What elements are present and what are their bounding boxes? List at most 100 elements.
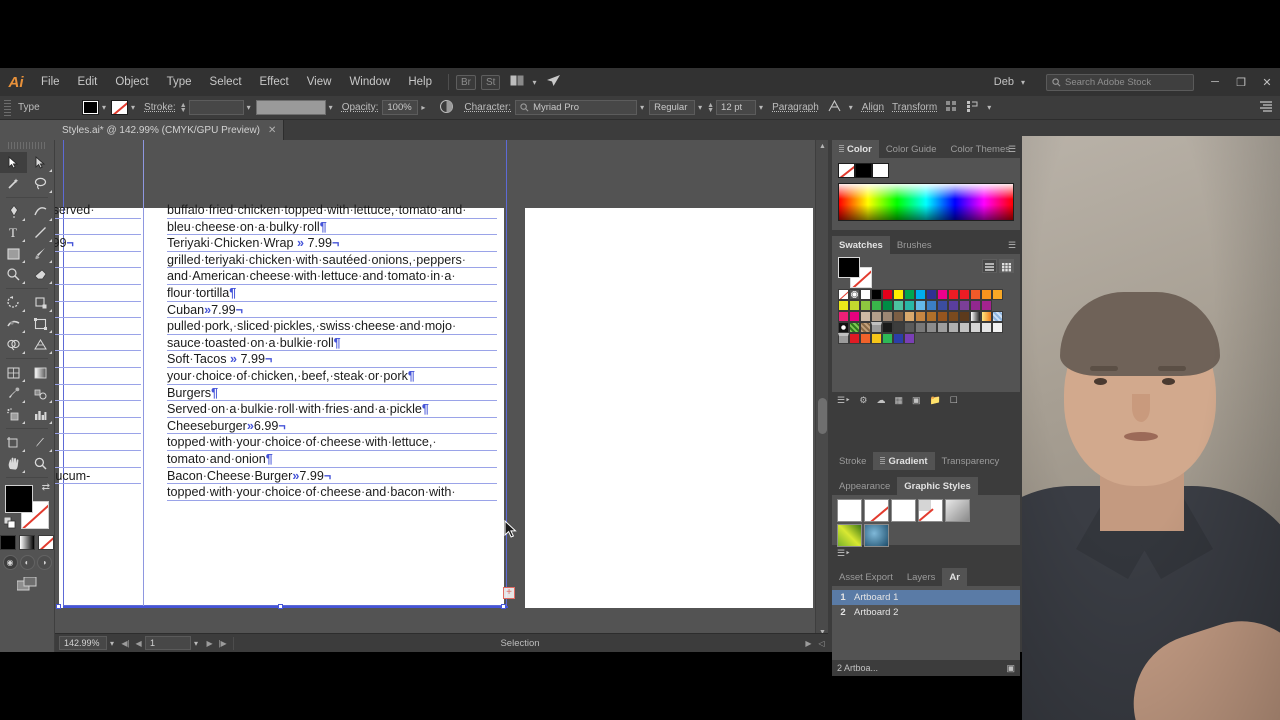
- swatch[interactable]: [915, 311, 926, 322]
- zoom-tool[interactable]: [27, 453, 54, 474]
- swatch[interactable]: [959, 300, 970, 311]
- minimize-button[interactable]: ─: [1202, 68, 1228, 96]
- menu-view[interactable]: View: [298, 68, 341, 96]
- close-button[interactable]: ✕: [1254, 68, 1280, 96]
- swatch[interactable]: [959, 289, 970, 300]
- stroke-color-swatch[interactable]: [111, 100, 129, 115]
- rotate-tool[interactable]: [0, 292, 27, 313]
- menu-text-main-column[interactable]: buffalo·fried·chicken·topped·with·lettuc…: [167, 202, 497, 501]
- swatch[interactable]: [838, 300, 849, 311]
- swatch[interactable]: [860, 300, 871, 311]
- swatch[interactable]: [959, 311, 970, 322]
- swatch[interactable]: [948, 311, 959, 322]
- color-chip-none[interactable]: [838, 163, 855, 178]
- tab-graphic-styles[interactable]: Graphic Styles: [897, 477, 978, 495]
- menu-select[interactable]: Select: [201, 68, 251, 96]
- recolor-artwork-icon[interactable]: [440, 99, 454, 116]
- font-size-field[interactable]: 12 pt: [716, 100, 757, 115]
- lasso-tool[interactable]: [27, 173, 54, 194]
- column-graph-tool[interactable]: [27, 404, 54, 425]
- swatch[interactable]: [948, 322, 959, 333]
- swatch-libraries-icon[interactable]: ☰‣: [837, 395, 850, 406]
- fill-color-swatch[interactable]: [82, 100, 99, 115]
- stock-search-input[interactable]: Search Adobe Stock: [1046, 73, 1194, 91]
- opacity-caret-icon[interactable]: ▸: [421, 103, 425, 112]
- none-mode[interactable]: [38, 535, 54, 550]
- tab-swatches[interactable]: Swatches: [832, 236, 890, 254]
- swatch[interactable]: [893, 300, 904, 311]
- hand-tool[interactable]: [0, 453, 27, 474]
- status-menu-icon[interactable]: ▶: [802, 634, 815, 653]
- swatch[interactable]: [915, 322, 926, 333]
- swatch[interactable]: [882, 322, 893, 333]
- first-page-icon[interactable]: ◀|: [119, 634, 132, 653]
- user-account-chip[interactable]: Deb ▾: [986, 76, 1038, 88]
- eraser-tool[interactable]: [27, 264, 54, 285]
- graphic-styles-libraries-icon[interactable]: ☰‣: [837, 548, 850, 559]
- panel-fill-box[interactable]: [838, 257, 860, 278]
- font-family-field[interactable]: Myriad Pro: [515, 100, 638, 115]
- zoom-level-field[interactable]: 142.99%: [59, 636, 107, 650]
- gradient-tool[interactable]: [27, 362, 54, 383]
- scroll-up-icon[interactable]: ▲: [816, 140, 828, 153]
- canvas-vertical-scrollbar[interactable]: ▲ ▼: [815, 140, 828, 639]
- pen-tool[interactable]: [0, 201, 27, 222]
- rectangle-tool[interactable]: [0, 243, 27, 264]
- tools-panel-grip[interactable]: [8, 142, 46, 149]
- type-tool[interactable]: T: [0, 222, 27, 243]
- overset-text-marker[interactable]: +: [503, 587, 515, 599]
- tab-brushes[interactable]: Brushes: [889, 236, 939, 254]
- direct-selection-tool[interactable]: [27, 152, 54, 173]
- swatch[interactable]: [926, 322, 937, 333]
- gradient-mode[interactable]: [19, 535, 35, 550]
- new-color-group-icon[interactable]: ▦: [894, 395, 903, 406]
- tab-artboards[interactable]: Ar: [942, 568, 967, 586]
- swatches-grid[interactable]: [838, 289, 1014, 344]
- font-style-field[interactable]: Regular: [649, 100, 696, 115]
- swatch[interactable]: [860, 322, 871, 333]
- anchor-point-right[interactable]: [501, 604, 506, 609]
- swatch[interactable]: [893, 311, 904, 322]
- menu-window[interactable]: Window: [340, 68, 399, 96]
- swatch[interactable]: [937, 300, 948, 311]
- arrange-caret-icon[interactable]: ▾: [532, 78, 536, 87]
- vertical-scroll-thumb[interactable]: [818, 398, 827, 434]
- font-size-caret-icon[interactable]: ▾: [759, 103, 763, 112]
- status-text[interactable]: Selection: [238, 638, 802, 649]
- color-chip-white[interactable]: [872, 163, 889, 178]
- swatch[interactable]: [937, 311, 948, 322]
- swatch[interactable]: [871, 333, 882, 344]
- tab-color[interactable]: Color: [832, 140, 879, 158]
- swatch[interactable]: [904, 311, 915, 322]
- selection-tool[interactable]: [0, 152, 27, 173]
- new-artboard-icon[interactable]: ▣: [1006, 663, 1015, 674]
- swatch[interactable]: [838, 333, 849, 344]
- align-label[interactable]: Align: [862, 102, 884, 113]
- swatch[interactable]: [948, 300, 959, 311]
- menu-object[interactable]: Object: [106, 68, 157, 96]
- tab-color-guide[interactable]: Color Guide: [878, 140, 944, 158]
- swatch[interactable]: [838, 322, 849, 333]
- swatch[interactable]: [871, 300, 882, 311]
- draw-inside-icon[interactable]: ◑: [36, 555, 52, 570]
- stroke-weight-caret-icon[interactable]: ▾: [247, 103, 251, 112]
- graphic-style-white[interactable]: [891, 499, 916, 522]
- swatch[interactable]: [992, 322, 1003, 333]
- swatch[interactable]: [893, 333, 904, 344]
- distribute-caret-icon[interactable]: ▾: [987, 103, 991, 112]
- align-grid-icon[interactable]: [946, 100, 957, 115]
- change-screen-mode-icon[interactable]: [0, 577, 54, 591]
- swatch[interactable]: [981, 322, 992, 333]
- color-group-icon[interactable]: ☁: [876, 395, 885, 406]
- distribute-icon[interactable]: [967, 100, 979, 115]
- swatch[interactable]: [970, 311, 981, 322]
- swatch[interactable]: [904, 300, 915, 311]
- paintbrush-tool[interactable]: [27, 243, 54, 264]
- zoom-caret-icon[interactable]: ▾: [110, 639, 114, 648]
- menu-type[interactable]: Type: [158, 68, 201, 96]
- delete-swatch-icon[interactable]: ☐: [950, 395, 958, 406]
- color-chip-black[interactable]: [855, 163, 872, 178]
- swatch[interactable]: [981, 289, 992, 300]
- document-tab[interactable]: Styles.ai* @ 142.99% (CMYK/GPU Preview) …: [55, 120, 285, 140]
- swatch[interactable]: [992, 311, 1003, 322]
